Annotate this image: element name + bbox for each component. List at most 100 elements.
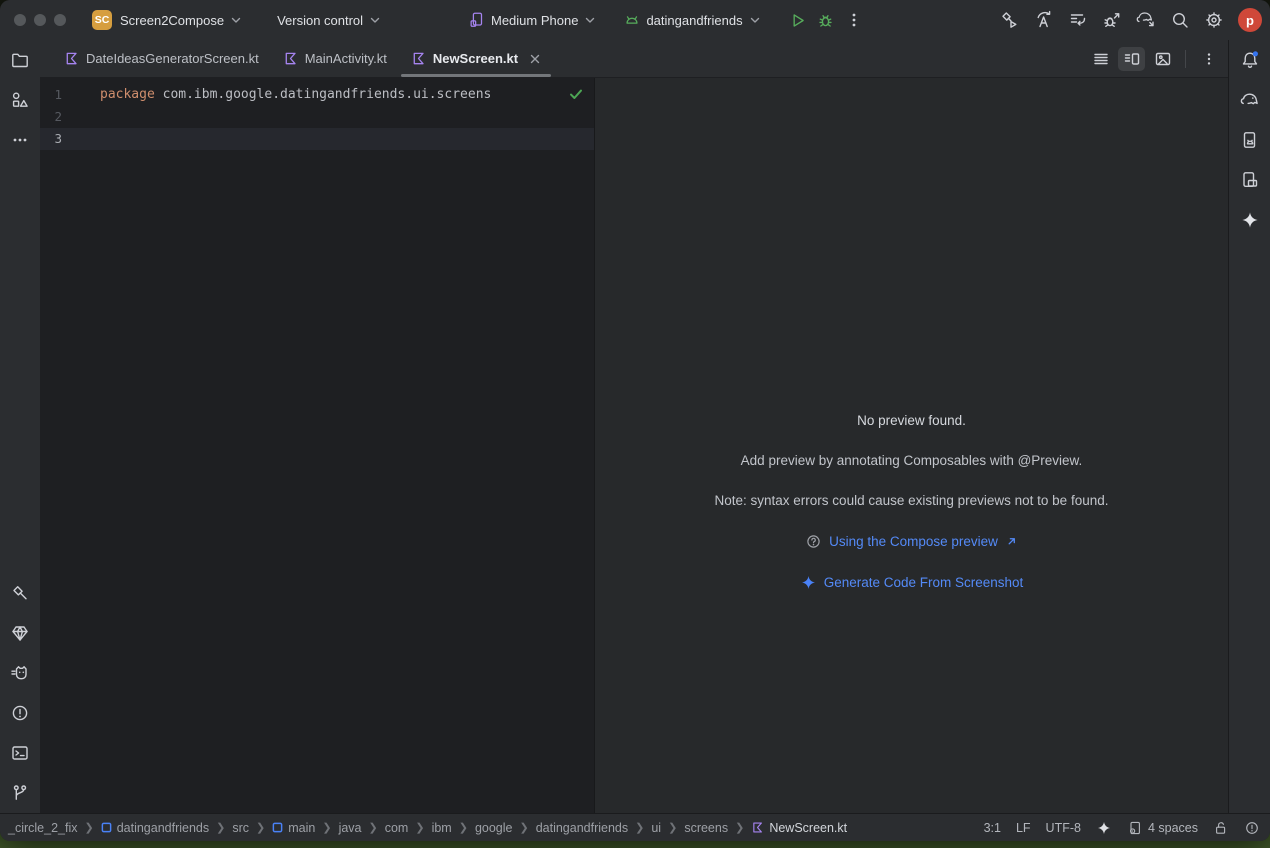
- keyword-token: package: [100, 87, 155, 102]
- editor-tab-bar: DateIdeasGeneratorScreen.kt MainActivity…: [40, 40, 1228, 78]
- debug-button[interactable]: [812, 6, 840, 34]
- compose-preview-help-link[interactable]: Using the Compose preview: [829, 534, 998, 549]
- inspection-widget-icon[interactable]: [1244, 820, 1260, 836]
- window-controls[interactable]: [14, 14, 66, 26]
- run-configuration-selector[interactable]: datingandfriends: [623, 11, 761, 29]
- zoom-window-icon[interactable]: [54, 14, 66, 26]
- generate-code-from-screenshot-link[interactable]: Generate Code From Screenshot: [824, 575, 1024, 590]
- module-icon: [101, 822, 112, 833]
- breadcrumb-item[interactable]: src: [232, 821, 249, 835]
- breadcrumb-item[interactable]: _circle_2_fix: [8, 821, 77, 835]
- code-token: com.ibm.google.datingandfriends.ui.scree…: [155, 87, 492, 102]
- breadcrumb-item[interactable]: ui: [651, 821, 661, 835]
- breadcrumb-separator: ❯: [216, 821, 225, 834]
- kotlin-file-icon: [283, 51, 298, 66]
- tab-newscreen[interactable]: NewScreen.kt: [399, 40, 553, 77]
- app-quality-insights-icon[interactable]: [7, 621, 33, 645]
- breadcrumb-separator: ❯: [635, 821, 644, 834]
- indent-options-icon: [1127, 820, 1143, 836]
- close-tab-icon[interactable]: [529, 53, 541, 65]
- device-phone-icon: [468, 11, 486, 29]
- terminal-icon[interactable]: [7, 741, 33, 765]
- code-line-2[interactable]: 2: [40, 106, 594, 128]
- task-history-icon[interactable]: [1064, 6, 1092, 34]
- gemini-status-icon[interactable]: [1096, 820, 1112, 836]
- editor-options-icon[interactable]: [1195, 47, 1222, 71]
- chevron-down-icon: [368, 13, 382, 27]
- device-explorer-icon[interactable]: [1237, 168, 1263, 192]
- left-tool-window-bar: [0, 40, 40, 813]
- gemini-spark-icon: [800, 574, 817, 591]
- minimize-window-icon[interactable]: [34, 14, 46, 26]
- more-run-options-icon[interactable]: [840, 6, 868, 34]
- breadcrumb-item[interactable]: datingandfriends: [101, 821, 209, 835]
- chevron-down-icon: [229, 13, 243, 27]
- version-control-branch-icon[interactable]: [7, 781, 33, 805]
- breadcrumb-item[interactable]: google: [475, 821, 513, 835]
- breadcrumb-item[interactable]: datingandfriends: [536, 821, 628, 835]
- ide-window: SC Screen2Compose Version control Medium…: [0, 0, 1270, 841]
- profile-avatar[interactable]: p: [1238, 8, 1262, 32]
- design-view-button[interactable]: [1149, 47, 1176, 71]
- logcat-icon[interactable]: [7, 661, 33, 685]
- project-folder-icon[interactable]: [7, 48, 33, 72]
- kotlin-file-icon: [64, 51, 79, 66]
- breadcrumb-item[interactable]: java: [339, 821, 362, 835]
- run-button[interactable]: [784, 6, 812, 34]
- kotlin-file-icon: [751, 821, 764, 834]
- device-manager-icon[interactable]: [1237, 128, 1263, 152]
- breadcrumb-separator: ❯: [668, 821, 677, 834]
- divider: [1185, 50, 1186, 68]
- help-question-icon: [805, 533, 822, 550]
- tab-dateideasgeneratorscreen[interactable]: DateIdeasGeneratorScreen.kt: [52, 40, 271, 77]
- attach-debugger-icon[interactable]: [1098, 6, 1126, 34]
- breadcrumb-separator: ❯: [519, 821, 528, 834]
- apply-code-changes-icon[interactable]: [1030, 6, 1058, 34]
- breadcrumb: _circle_2_fix ❯ datingandfriends ❯ src ❯…: [8, 821, 847, 835]
- breadcrumb-item[interactable]: ibm: [432, 821, 452, 835]
- file-encoding[interactable]: UTF-8: [1046, 821, 1081, 835]
- caret-position[interactable]: 3:1: [984, 821, 1001, 835]
- line-separator[interactable]: LF: [1016, 821, 1031, 835]
- breadcrumb-separator: ❯: [322, 821, 331, 834]
- breadcrumb-separator: ❯: [459, 821, 468, 834]
- resource-manager-icon[interactable]: [7, 88, 33, 112]
- breadcrumb-item[interactable]: com: [385, 821, 409, 835]
- more-tool-windows-icon[interactable]: [7, 128, 33, 152]
- right-tool-window-bar: [1228, 40, 1270, 813]
- write-access-unlock-icon[interactable]: [1213, 820, 1229, 836]
- notifications-bell-icon[interactable]: [1237, 48, 1263, 72]
- search-everywhere-icon[interactable]: [1166, 6, 1194, 34]
- chevron-down-icon: [583, 13, 597, 27]
- breadcrumb-item-current-file[interactable]: NewScreen.kt: [751, 821, 847, 835]
- external-link-icon: [1005, 535, 1018, 548]
- version-control-menu[interactable]: Version control: [277, 13, 382, 28]
- indent-setting[interactable]: 4 spaces: [1127, 820, 1198, 836]
- settings-gear-icon[interactable]: [1200, 6, 1228, 34]
- line-number: 1: [40, 84, 100, 106]
- breadcrumb-separator: ❯: [735, 821, 744, 834]
- code-editor[interactable]: 1 package com.ibm.google.datingandfriend…: [40, 78, 595, 813]
- gradle-sync-icon[interactable]: [1132, 6, 1160, 34]
- preview-message-1: Add preview by annotating Composables wi…: [595, 453, 1228, 468]
- gradle-icon[interactable]: [1237, 88, 1263, 112]
- code-line-1[interactable]: 1 package com.ibm.google.datingandfriend…: [40, 84, 594, 106]
- build-and-run-icon[interactable]: [996, 6, 1024, 34]
- code-view-button[interactable]: [1087, 47, 1114, 71]
- breadcrumb-separator: ❯: [369, 821, 378, 834]
- kotlin-file-icon: [411, 51, 426, 66]
- gemini-icon[interactable]: [1237, 208, 1263, 232]
- build-hammer-icon[interactable]: [7, 581, 33, 605]
- code-line-3-current[interactable]: 3: [40, 128, 594, 150]
- inspection-ok-check-icon[interactable]: [568, 86, 584, 102]
- breadcrumb-separator: ❯: [256, 821, 265, 834]
- notification-dot: [1252, 51, 1257, 56]
- breadcrumb-item[interactable]: screens: [684, 821, 728, 835]
- close-window-icon[interactable]: [14, 14, 26, 26]
- device-selector[interactable]: Medium Phone: [468, 11, 597, 29]
- problems-icon[interactable]: [7, 701, 33, 725]
- split-view-button[interactable]: [1118, 47, 1145, 71]
- tab-mainactivity[interactable]: MainActivity.kt: [271, 40, 399, 77]
- breadcrumb-item[interactable]: main: [272, 821, 315, 835]
- project-menu[interactable]: Screen2Compose: [120, 13, 243, 28]
